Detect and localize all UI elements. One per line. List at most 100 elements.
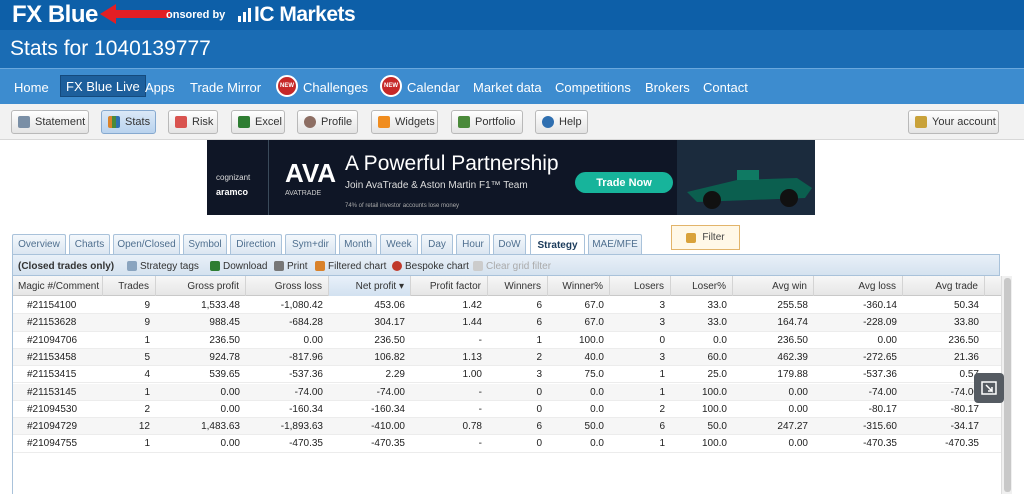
main-nav: Home FX Blue Live Apps Trade Mirror NEW … xyxy=(0,68,1024,104)
document-icon xyxy=(18,116,30,128)
table-row[interactable]: #21154100 9 1,533.48 -1,080.42 453.06 1.42 6 67… xyxy=(13,297,1001,315)
cell-losers: 0 xyxy=(659,334,665,346)
col-avg-loss[interactable]: Avg loss xyxy=(814,276,903,296)
new-badge-icon: NEW xyxy=(380,75,402,97)
col-profit-factor[interactable]: Profit factor xyxy=(411,276,488,296)
nav-market-data[interactable]: Market data xyxy=(473,69,542,105)
table-row[interactable]: #21094755 1 0.00 -470.35 -470.35 - 0 0.0 1 100.0 0… xyxy=(13,435,1001,453)
tab-hour[interactable]: Hour xyxy=(456,234,490,254)
col-losers[interactable]: Losers xyxy=(610,276,671,296)
trade-now-button[interactable]: Trade Now xyxy=(575,172,673,193)
clear-grid-filter-button[interactable]: Clear grid filter xyxy=(473,255,551,277)
closed-trades-only-label: (Closed trades only) xyxy=(18,260,115,272)
cell-avg-win: 0.00 xyxy=(788,438,808,450)
avatrade-logo: AVATRADE xyxy=(285,190,322,197)
col-magic-comment[interactable]: Magic #/Comment xyxy=(13,276,103,296)
cell-loser-pct: 100.0 xyxy=(701,403,727,415)
bespoke-chart-button[interactable]: Bespoke chart xyxy=(392,255,469,277)
tab-charts[interactable]: Charts xyxy=(69,234,110,254)
profile-button[interactable]: Profile xyxy=(297,110,358,134)
cell-gross-profit: 539.65 xyxy=(209,369,240,381)
tab-month[interactable]: Month xyxy=(339,234,377,254)
nav-contact[interactable]: Contact xyxy=(703,69,748,105)
nav-fx-blue-live[interactable]: FX Blue Live xyxy=(60,75,146,97)
nav-trade-mirror[interactable]: Trade Mirror xyxy=(190,69,261,105)
widgets-button[interactable]: Widgets xyxy=(371,110,438,134)
col-gross-profit[interactable]: Gross profit xyxy=(156,276,246,296)
scrollbar-thumb[interactable] xyxy=(1004,278,1011,492)
cell-profit-factor: - xyxy=(478,438,482,450)
portfolio-button[interactable]: Portfolio xyxy=(451,110,523,134)
tab-open-closed[interactable]: Open/Closed xyxy=(113,234,180,254)
tab-overview[interactable]: Overview xyxy=(12,234,66,254)
cell-winners: 3 xyxy=(536,369,542,381)
cell-losers: 1 xyxy=(659,438,665,450)
strategy-tags-button[interactable]: Strategy tags xyxy=(127,255,199,277)
tab-strategy[interactable]: Strategy xyxy=(530,234,585,255)
tab-dow[interactable]: DoW xyxy=(493,234,526,254)
cell-magic: #21153458 xyxy=(27,351,77,363)
cell-winners: 0 xyxy=(536,386,542,398)
table-row[interactable]: #21094530 2 0.00 -160.34 -160.34 - 0 0.0 2 100.0 0… xyxy=(13,401,1001,419)
print-button[interactable]: Print xyxy=(274,255,308,277)
cell-profit-factor: - xyxy=(478,334,482,346)
nav-calendar[interactable]: Calendar xyxy=(407,69,460,105)
cell-winner-pct: 50.0 xyxy=(584,421,604,433)
statement-button[interactable]: Statement xyxy=(11,110,89,134)
icmarkets-bars-icon xyxy=(238,8,251,22)
col-winners[interactable]: Winners xyxy=(488,276,548,296)
download-button[interactable]: Download xyxy=(210,255,267,277)
cell-winners: 1 xyxy=(536,334,542,346)
tab-symbol[interactable]: Symbol xyxy=(183,234,227,254)
nav-brokers[interactable]: Brokers xyxy=(645,69,690,105)
fxblue-logo[interactable]: FX Blue xyxy=(12,1,98,29)
col-net-profit[interactable]: Net profit ▾ xyxy=(329,276,411,296)
col-avg-win[interactable]: Avg win xyxy=(733,276,814,296)
nav-competitions[interactable]: Competitions xyxy=(555,69,631,105)
table-row[interactable]: #21094729 12 1,483.63 -1,893.63 -410.00 0.78 6… xyxy=(13,418,1001,436)
col-trades[interactable]: Trades xyxy=(103,276,156,296)
picture-in-picture-icon[interactable] xyxy=(974,373,1004,403)
rss-icon xyxy=(378,116,390,128)
table-row[interactable]: #21153415 4 539.65 -537.36 2.29 1.00 3 75.0 1 25.… xyxy=(13,366,1001,384)
table-row[interactable]: #21153628 9 988.45 -684.28 304.17 1.44 6 67.0 3 3… xyxy=(13,314,1001,332)
filtered-chart-button[interactable]: Filtered chart xyxy=(315,255,386,277)
cell-winner-pct: 67.0 xyxy=(584,317,604,329)
col-loser-pct[interactable]: Loser% xyxy=(671,276,733,296)
cell-trades: 1 xyxy=(144,438,150,450)
icmarkets-logo[interactable]: IC Markets xyxy=(254,3,356,27)
table-row[interactable]: #21153458 5 924.78 -817.96 106.82 1.13 2 40.0 3 6… xyxy=(13,348,1001,367)
cell-losers: 2 xyxy=(659,403,665,415)
stats-button[interactable]: Stats xyxy=(101,110,156,134)
brand-bar: FX Blue onsored by IC Markets xyxy=(0,0,1024,30)
cell-winners: 6 xyxy=(536,300,542,311)
help-button[interactable]: Help xyxy=(535,110,588,134)
tab-week[interactable]: Week xyxy=(380,234,418,254)
col-winner-pct[interactable]: Winner% xyxy=(548,276,610,296)
col-gross-loss[interactable]: Gross loss xyxy=(246,276,329,296)
nav-apps[interactable]: Apps xyxy=(145,69,175,105)
table-row[interactable]: #21094706 1 236.50 0.00 236.50 - 1 100.0 0 0.0 236… xyxy=(13,332,1001,349)
risk-button[interactable]: Risk xyxy=(168,110,218,134)
cognizant-logo: cognizant xyxy=(216,173,251,182)
filter-button[interactable]: Filter xyxy=(671,225,740,250)
col-avg-trade[interactable]: Avg trade xyxy=(903,276,985,296)
tab-day[interactable]: Day xyxy=(421,234,453,254)
cell-gross-profit: 1,533.48 xyxy=(201,300,240,311)
excel-button[interactable]: Excel xyxy=(231,110,285,134)
cell-winner-pct: 0.0 xyxy=(590,438,604,450)
cell-gross-loss: -1,080.42 xyxy=(280,300,323,311)
table-header: Magic #/Comment Trades Gross profit Gros… xyxy=(13,276,1001,296)
tab-mae-mfe[interactable]: MAE/MFE xyxy=(588,234,642,254)
nav-home[interactable]: Home xyxy=(14,69,49,105)
cell-net-profit: 236.50 xyxy=(374,334,405,346)
cell-magic: #21094530 xyxy=(27,403,78,415)
tab-direction[interactable]: Direction xyxy=(230,234,282,254)
avatrade-banner[interactable]: cognizant aramco AVA AVATRADE A Powerful… xyxy=(207,140,815,215)
table-row[interactable]: #21153145 1 0.00 -74.00 -74.00 - 0 0.0 1 100.0 0.0… xyxy=(13,383,1001,401)
nav-challenges[interactable]: Challenges xyxy=(303,69,368,105)
cell-gross-profit: 1,483.63 xyxy=(201,421,240,433)
your-account-button[interactable]: Your account xyxy=(908,110,999,134)
cell-net-profit: 453.06 xyxy=(374,300,405,311)
tab-sym-dir[interactable]: Sym+dir xyxy=(285,234,336,254)
